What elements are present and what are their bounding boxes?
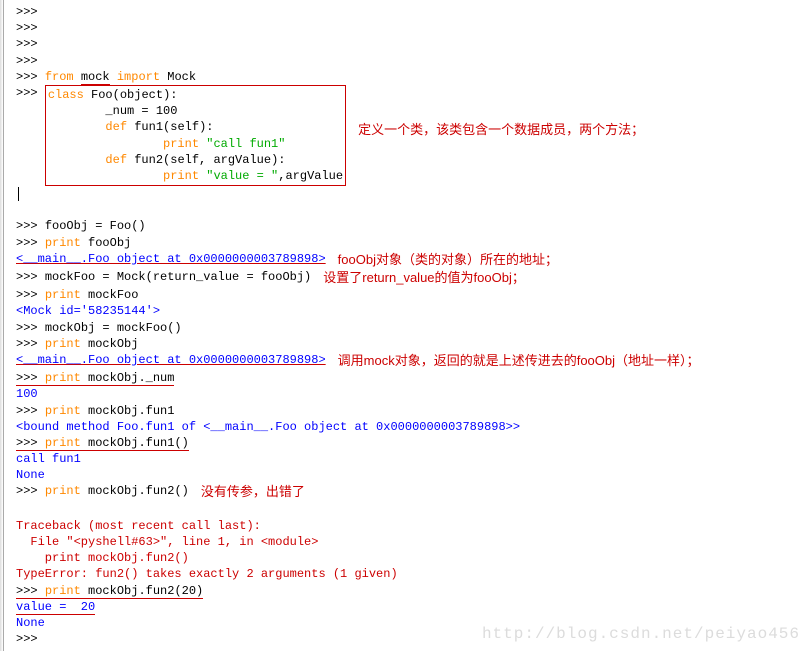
output-line: <__main__.Foo object at 0x00000000037898… <box>16 352 326 368</box>
code-line: >>> mockFoo = Mock(return_value = fooObj… <box>16 269 311 285</box>
output-line: None <box>16 467 808 483</box>
code-line: >>> print fooObj <box>16 235 808 251</box>
annotation-returnvalue: 设置了return_value的值为fooObj； <box>323 270 525 285</box>
code-area: >>> >>> >>> >>> >>> from mock import Moc… <box>16 4 808 647</box>
empty-prompt: >>> <box>16 36 808 52</box>
code-line: >>> print mockObj.fun2(20) <box>16 583 808 599</box>
output-line: value = 20 <box>16 599 808 615</box>
cursor-line[interactable] <box>16 186 808 202</box>
code-line: >>> print mockFoo <box>16 287 808 303</box>
empty-prompt: >>> <box>16 4 808 20</box>
code-line: >>> mockObj = mockFoo() <box>16 320 808 336</box>
output-line: call fun1 <box>16 451 808 467</box>
code-line: >>> print mockObj._num <box>16 370 808 386</box>
annotation-addr: fooObj对象（类的对象）所在的地址； <box>338 252 558 267</box>
traceback-line: print mockObj.fun2() <box>16 550 808 566</box>
output-line: <Mock id='58235144'> <box>16 303 808 319</box>
output-line: 100 <box>16 386 808 402</box>
empty-prompt: >>> <box>16 20 808 36</box>
code-line: >>> print mockObj.fun2() <box>16 483 189 499</box>
code-line: >>> print mockObj.fun1 <box>16 403 808 419</box>
traceback-line: TypeError: fun2() takes exactly 2 argume… <box>16 566 808 582</box>
annotation-class: 定义一个类，该类包含一个数据成员，两个方法； <box>358 122 644 137</box>
annotation-noarg: 没有传参，出错了 <box>201 484 305 499</box>
code-line: >>> print mockObj <box>16 336 808 352</box>
traceback-line: File "<pyshell#63>", line 1, in <module> <box>16 534 808 550</box>
traceback-line: Traceback (most recent call last): <box>16 518 808 534</box>
output-line: <bound method Foo.fun1 of <__main__.Foo … <box>16 419 808 435</box>
import-line: >>> from mock import Mock <box>16 69 808 85</box>
watermark: http://blog.csdn.net/peiyao456 <box>482 624 800 646</box>
code-line: >>> print mockObj.fun1() <box>16 435 808 451</box>
output-line: <__main__.Foo object at 0x00000000037898… <box>16 251 326 267</box>
class-header: >>> class Foo(object): _num = 100 def fu… <box>16 85 346 186</box>
gutter <box>0 0 4 651</box>
annotation-mockobj: 调用mock对象，返回的就是上述传进去的fooObj（地址一样）； <box>338 353 700 368</box>
code-line: >>> fooObj = Foo() <box>16 218 808 234</box>
empty-prompt: >>> <box>16 53 808 69</box>
class-box: class Foo(object): _num = 100 def fun1(s… <box>45 85 346 186</box>
text-cursor <box>18 187 19 201</box>
